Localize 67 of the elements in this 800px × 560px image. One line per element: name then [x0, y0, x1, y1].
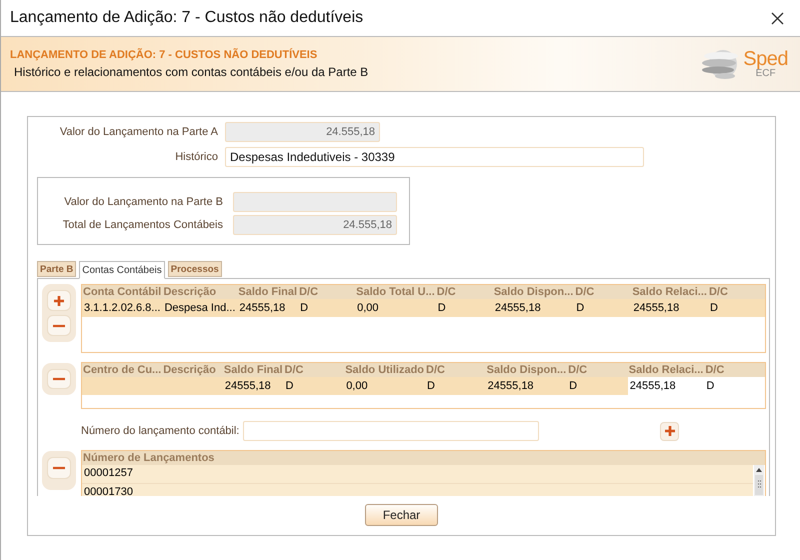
- field-label: Total de Lançamentos Contábeis: [62, 219, 223, 231]
- column-header: D/C: [567, 363, 628, 377]
- input-field[interactable]: Despesas Indedutiveis - 30339: [225, 147, 644, 167]
- column-header: D/C: [298, 285, 356, 299]
- input-field[interactable]: [243, 421, 540, 441]
- field-label: Valor do Lançamento na Parte A: [58, 126, 218, 138]
- table-cell: 24555,18: [486, 377, 568, 395]
- field-label: Histórico: [174, 151, 218, 163]
- window-title: Lançamento de Adição: 7 - Custos não dedutíveis: [10, 9, 364, 27]
- close-icon: [771, 12, 784, 24]
- column-header: Descrição: [162, 363, 223, 377]
- tab[interactable]: Processos: [168, 261, 222, 277]
- column-header: Centro de Cu...: [82, 363, 162, 377]
- plus-icon: [664, 425, 676, 437]
- column-header: Saldo Dispon...: [492, 285, 574, 299]
- column-header: D/C: [574, 285, 632, 299]
- minus-icon: [53, 466, 65, 470]
- remove-button[interactable]: [47, 315, 71, 336]
- remove-button[interactable]: [47, 369, 71, 389]
- table-cell: 24555,18: [631, 299, 708, 317]
- plus-icon: [53, 294, 65, 306]
- table-cell: 0,00: [344, 377, 426, 395]
- table-cell: 00001730: [82, 484, 753, 496]
- logo-subtitle: ECF: [756, 69, 776, 79]
- table-cell: 24555,18: [492, 299, 574, 317]
- table-cell: 3.1.1.2.02.6.8...: [82, 299, 162, 317]
- table-cell: D: [708, 299, 765, 317]
- column-header: D/C: [704, 363, 765, 377]
- minus-icon: [53, 377, 65, 381]
- column-header: D/C: [284, 363, 344, 377]
- table-cell: 00001257: [82, 465, 753, 484]
- column-header: Conta Contábil: [82, 285, 162, 299]
- column-header: Saldo Relaci...: [631, 285, 708, 299]
- scrollbar[interactable]: [754, 465, 764, 496]
- column-header: Saldo Final: [237, 285, 298, 299]
- minus-icon: [53, 324, 65, 328]
- table-cell: 24555,18: [222, 377, 284, 395]
- table-cell: D: [298, 299, 356, 317]
- table-cell: 24555,18: [237, 299, 298, 317]
- column-header: Número de Lançamentos: [82, 451, 765, 465]
- column-header: D/C: [708, 285, 765, 299]
- column-header: D/C: [436, 285, 493, 299]
- logo-text: Sped: [743, 49, 788, 69]
- table-cell: 0,00: [355, 299, 436, 317]
- column-header: Saldo Utilizado: [344, 363, 426, 377]
- table-cell: D: [574, 299, 632, 317]
- column-header: Saldo Total U...: [355, 285, 436, 299]
- close-dialog-button[interactable]: Fechar: [365, 504, 438, 526]
- header-subtitle: Histórico e relacionamentos com contas contábeis e/ou da Parte B: [13, 65, 368, 79]
- column-header: Saldo Final: [222, 363, 284, 377]
- add-button[interactable]: [47, 290, 71, 311]
- column-header: D/C: [425, 363, 486, 377]
- column-header: Saldo Relaci...: [628, 363, 704, 377]
- remove-button[interactable]: [47, 457, 71, 479]
- column-header: Descrição: [162, 285, 238, 299]
- table-cell: Despesa Ind...: [162, 299, 238, 317]
- field-label: Valor do Lançamento na Parte B: [63, 196, 223, 208]
- table-cell: D: [567, 377, 628, 395]
- table-cell: D: [284, 377, 344, 395]
- header-title: LANÇAMENTO DE ADIÇÃO: 7 - CUSTOS NÃO DEDUTÍVEIS: [10, 49, 318, 61]
- field-label: Número do lançamento contábil:: [81, 425, 240, 437]
- tab[interactable]: Parte B: [37, 261, 76, 277]
- table-cell: D: [425, 377, 486, 395]
- column-header: Saldo Dispon...: [486, 363, 568, 377]
- table-cell: D: [436, 299, 493, 317]
- add-button[interactable]: [660, 422, 680, 440]
- tab[interactable]: Contas Contábeis: [79, 261, 165, 279]
